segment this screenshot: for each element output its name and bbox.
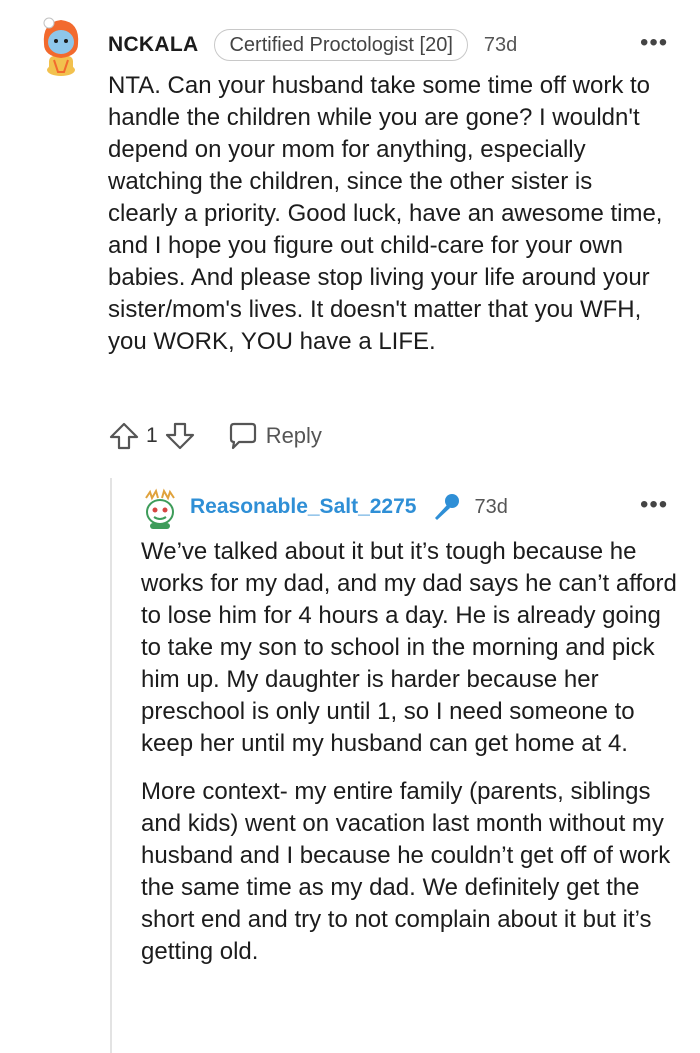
reply-paragraph: More context- my entire family (parents,… — [141, 778, 671, 965]
comment-body: NTA. Can your husband take some time off… — [108, 72, 663, 355]
reply-paragraph: We’ve talked about it but it’s tough bec… — [141, 538, 677, 757]
reply-author[interactable]: Reasonable_Salt_2275 — [190, 495, 416, 519]
reply-button[interactable]: Reply — [226, 420, 322, 452]
comment-header: NCKALA Certified Proctologist [20] 73d — [108, 28, 517, 62]
user-flair: Certified Proctologist [20] — [214, 29, 468, 61]
more-options-icon[interactable]: ••• — [640, 31, 668, 55]
reply-label: Reply — [265, 423, 322, 448]
upvote-arrow-icon[interactable] — [108, 420, 140, 452]
comment-actions: 1 Reply — [108, 418, 322, 454]
vote-count: 1 — [146, 424, 158, 447]
microphone-icon — [435, 494, 460, 520]
thread-line[interactable] — [110, 478, 112, 1053]
reply-body: We’ve talked about it but it’s tough bec… — [141, 536, 681, 968]
reply-header: Reasonable_Salt_2275 73d — [190, 490, 508, 524]
speech-bubble-icon — [229, 422, 256, 450]
comment-author[interactable]: NCKALA — [108, 33, 198, 57]
comment-age[interactable]: 73d — [484, 34, 517, 57]
reply-age[interactable]: 73d — [474, 496, 507, 519]
downvote-arrow-icon[interactable] — [164, 420, 196, 452]
reply-user-avatar[interactable] — [140, 488, 180, 530]
reply-more-options-icon[interactable]: ••• — [640, 493, 668, 517]
user-avatar[interactable] — [34, 14, 88, 76]
